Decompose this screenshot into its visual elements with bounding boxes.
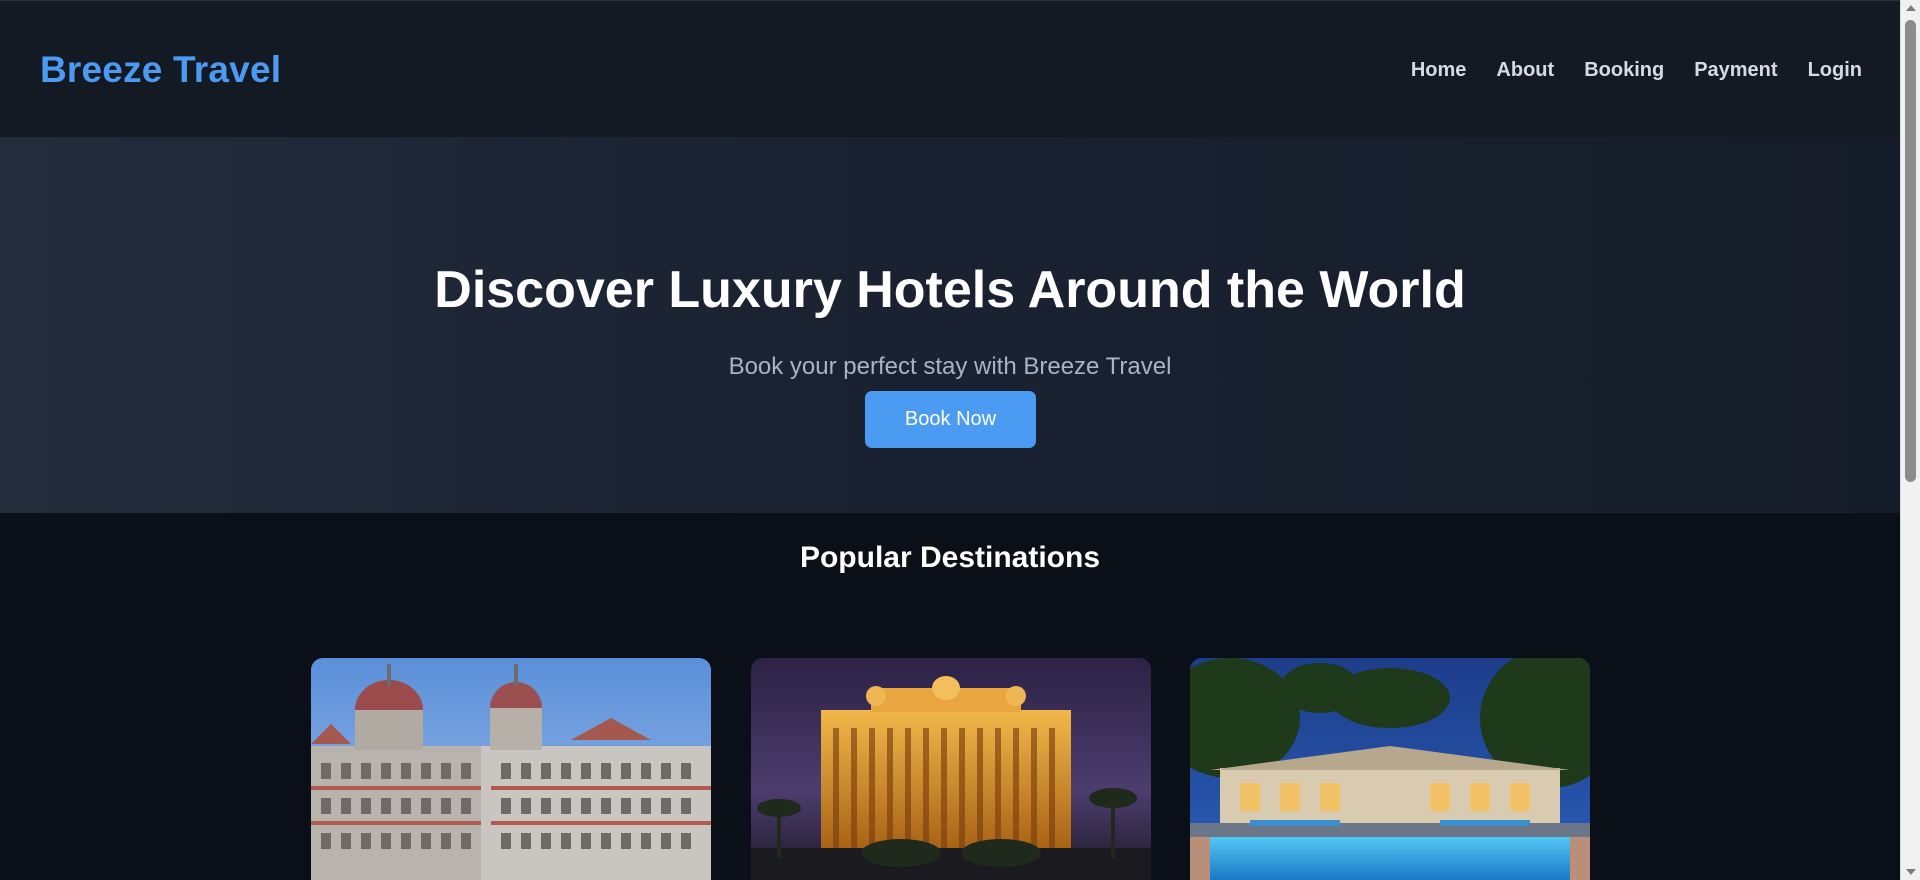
page: Breeze Travel Home About Booking Payment… <box>0 0 1900 880</box>
scroll-up-arrow-icon[interactable] <box>1906 5 1916 11</box>
scroll-thumb[interactable] <box>1905 20 1916 482</box>
hero-title: Discover Luxury Hotels Around the World <box>434 261 1466 319</box>
hero-section: Discover Luxury Hotels Around the World … <box>0 137 1900 513</box>
destination-card-1[interactable] <box>311 658 711 880</box>
nav-link-login[interactable]: Login <box>1808 59 1862 82</box>
scroll-down-arrow-icon[interactable] <box>1906 869 1916 875</box>
golden-hotel-image <box>751 658 1151 880</box>
nav-link-home[interactable]: Home <box>1411 59 1467 82</box>
destination-card-2[interactable] <box>751 658 1151 880</box>
nav-link-booking[interactable]: Booking <box>1584 59 1664 82</box>
hero-subtitle: Book your perfect stay with Breeze Trave… <box>728 353 1172 380</box>
vertical-scrollbar[interactable] <box>1900 0 1920 880</box>
nav-link-about[interactable]: About <box>1496 59 1554 82</box>
destination-card-3[interactable] <box>1190 658 1590 880</box>
popular-destinations-heading: Popular Destinations <box>799 541 1101 574</box>
brand-logo[interactable]: Breeze Travel <box>40 49 281 91</box>
nav-link-payment[interactable]: Payment <box>1694 59 1777 82</box>
palace-hotel-image <box>311 658 711 880</box>
resort-pool-image <box>1190 658 1590 880</box>
book-now-button[interactable]: Book Now <box>865 391 1036 448</box>
navbar: Breeze Travel Home About Booking Payment… <box>0 0 1900 137</box>
nav-links: Home About Booking Payment Login <box>1411 59 1862 82</box>
